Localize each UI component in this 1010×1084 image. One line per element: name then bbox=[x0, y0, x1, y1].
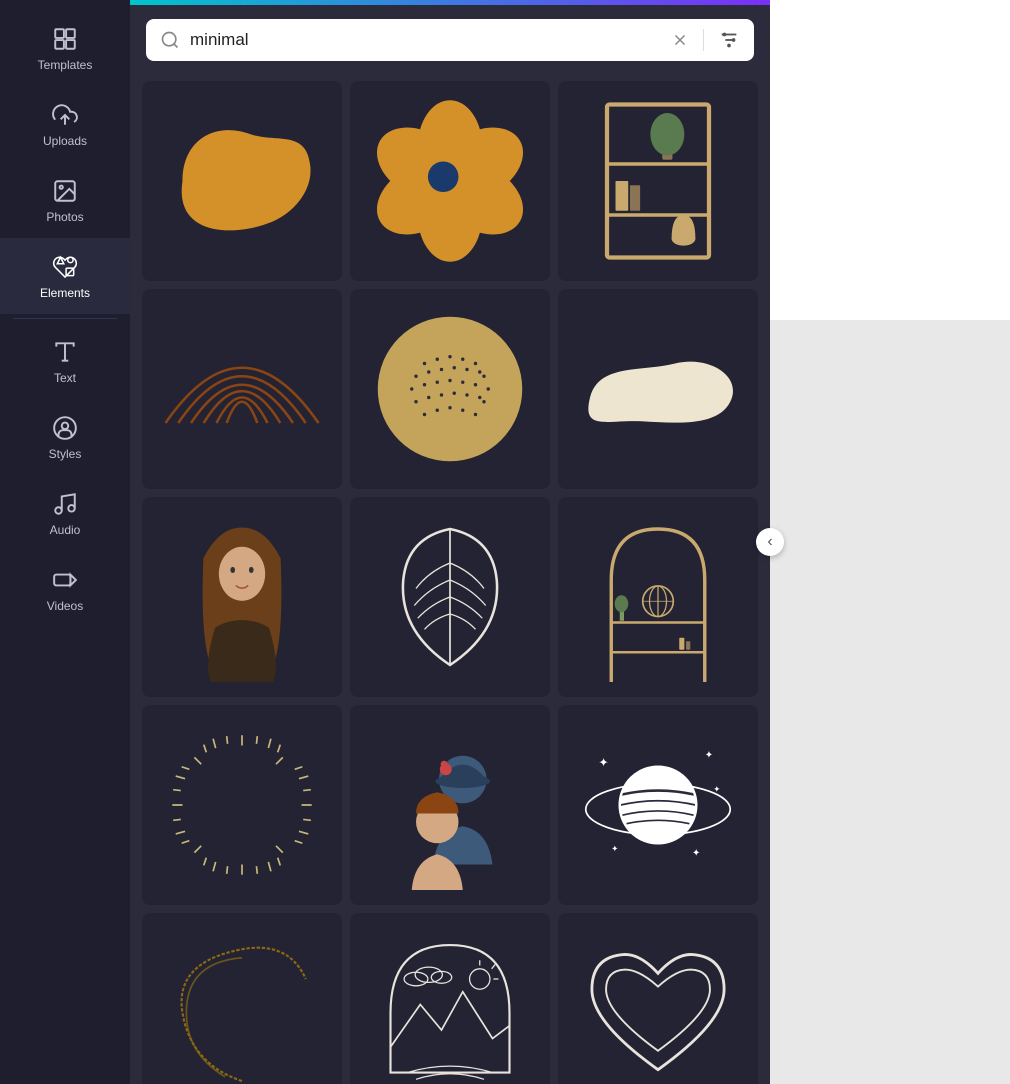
grid-item-shelf-arch[interactable] bbox=[558, 497, 758, 697]
svg-text:✦: ✦ bbox=[705, 750, 714, 761]
elements-grid-container: ✦ ✦ ✦ ✦ ✦ bbox=[130, 73, 770, 1084]
canvas-white-area bbox=[770, 0, 1010, 320]
sidebar-item-styles[interactable]: Styles bbox=[0, 399, 130, 475]
grid-item-mountain-globe[interactable] bbox=[350, 913, 550, 1084]
sidebar-item-photos[interactable]: Photos bbox=[0, 162, 130, 238]
svg-text:✦: ✦ bbox=[611, 844, 619, 854]
svg-text:✦: ✦ bbox=[599, 756, 609, 770]
sidebar-label-elements: Elements bbox=[40, 286, 90, 300]
search-icon bbox=[160, 30, 180, 50]
grid-item-leaf-outline[interactable] bbox=[350, 497, 550, 697]
grid-item-rainbow-arcs[interactable] bbox=[142, 289, 342, 489]
sidebar-label-styles: Styles bbox=[49, 447, 82, 461]
grid-item-flower-blue[interactable] bbox=[350, 81, 550, 281]
search-panel: ✦ ✦ ✦ ✦ ✦ bbox=[130, 0, 770, 1084]
search-input[interactable] bbox=[190, 30, 661, 50]
sidebar: Templates Uploads Photos Elements Text S… bbox=[0, 0, 130, 1084]
sidebar-label-text: Text bbox=[54, 371, 76, 385]
collapse-icon: ‹ bbox=[767, 534, 772, 550]
sidebar-label-videos: Videos bbox=[47, 599, 83, 613]
filter-icon[interactable] bbox=[718, 29, 740, 51]
collapse-panel-button[interactable]: ‹ bbox=[756, 528, 784, 556]
grid-item-sun-circle[interactable] bbox=[142, 705, 342, 905]
sidebar-label-templates: Templates bbox=[38, 58, 93, 72]
grid-item-shelf-1[interactable] bbox=[558, 81, 758, 281]
sidebar-item-templates[interactable]: Templates bbox=[0, 10, 130, 86]
grid-item-woman-hair[interactable] bbox=[142, 497, 342, 697]
search-bar-container bbox=[130, 5, 770, 73]
elements-grid: ✦ ✦ ✦ ✦ ✦ bbox=[142, 81, 758, 1084]
grid-item-blob-orange[interactable] bbox=[142, 81, 342, 281]
sidebar-label-photos: Photos bbox=[46, 210, 83, 224]
sidebar-label-uploads: Uploads bbox=[43, 134, 87, 148]
sidebar-item-text[interactable]: Text bbox=[0, 323, 130, 399]
clear-icon[interactable] bbox=[671, 31, 689, 49]
search-bar bbox=[146, 19, 754, 61]
sidebar-label-audio: Audio bbox=[50, 523, 81, 537]
grid-item-circle-dark[interactable] bbox=[142, 913, 342, 1084]
grid-item-heart-outline[interactable] bbox=[558, 913, 758, 1084]
grid-item-two-women[interactable] bbox=[350, 705, 550, 905]
sidebar-item-audio[interactable]: Audio bbox=[0, 475, 130, 551]
sidebar-item-videos[interactable]: Videos bbox=[0, 551, 130, 627]
canvas-area bbox=[770, 0, 1010, 1084]
sidebar-item-elements[interactable]: Elements bbox=[0, 238, 130, 314]
grid-item-blob-cream[interactable] bbox=[558, 289, 758, 489]
grid-item-dotted-circle[interactable] bbox=[350, 289, 550, 489]
grid-item-planet[interactable]: ✦ ✦ ✦ ✦ ✦ bbox=[558, 705, 758, 905]
svg-text:✦: ✦ bbox=[692, 848, 701, 859]
sidebar-item-uploads[interactable]: Uploads bbox=[0, 86, 130, 162]
